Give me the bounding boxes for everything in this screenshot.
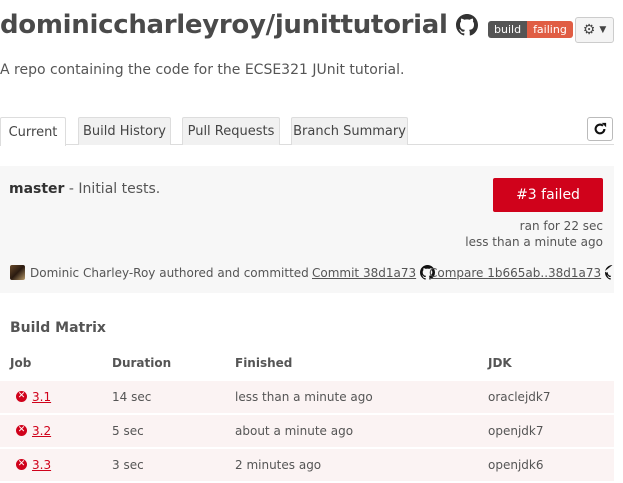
job-link[interactable]: 3.1 [32,390,51,404]
job-duration: 14 sec [112,390,152,404]
commit-link[interactable]: Commit 38d1a73 [312,265,436,280]
tab-pull-requests[interactable]: Pull Requests [182,117,280,145]
build-duration: ran for 22 sec [519,219,603,233]
settings-dropdown[interactable]: ⚙ ▼ [575,17,614,43]
column-header-jdk: JDK [488,356,512,370]
refresh-button[interactable] [587,117,613,141]
repo-description: A repo containing the code for the ECSE3… [0,62,405,78]
job-duration: 3 sec [112,458,144,472]
job-link[interactable]: 3.3 [32,458,51,472]
commit-message: - Initial tests. [64,181,161,197]
failed-icon: ✕ [16,459,27,470]
gear-icon: ⚙ [582,22,596,38]
compare-link[interactable]: Compare 1b665ab..38d1a73 [429,265,620,280]
badge-label: build [488,21,528,38]
avatar [10,265,25,280]
job-jdk: openjdk7 [488,424,544,438]
build-matrix-title: Build Matrix [10,320,106,336]
job-jdk: oraclejdk7 [488,390,551,404]
job-finished: about a minute ago [235,424,354,438]
branch-name[interactable]: master [9,181,64,197]
github-icon [605,265,613,280]
job-link[interactable]: 3.2 [32,424,51,438]
job-finished: 2 minutes ago [235,458,322,472]
badge-status: failing [527,21,573,38]
table-row[interactable]: ✕ 3.2 5 sec about a minute ago openjdk7 [0,415,614,447]
tab-current[interactable]: Current [0,117,66,146]
tab-build-history[interactable]: Build History [78,117,171,145]
author-info: Dominic Charley-Roy authored and committ… [10,265,309,280]
chevron-down-icon: ▼ [599,25,607,35]
repo-name[interactable]: dominiccharleyroy/junittutorial [0,10,448,40]
tab-branch-summary[interactable]: Branch Summary [291,117,408,145]
job-duration: 5 sec [112,424,144,438]
build-status-badge[interactable]: build failing [488,21,573,38]
column-header-job: Job [10,356,32,370]
job-jdk: openjdk6 [488,458,544,472]
repo-title[interactable]: dominiccharleyroy/junittutorial [0,10,478,40]
job-finished: less than a minute ago [235,390,373,404]
compare-link-label[interactable]: Compare 1b665ab..38d1a73 [429,266,601,280]
author-text: Dominic Charley-Roy authored and committ… [30,265,309,280]
table-row[interactable]: ✕ 3.1 14 sec less than a minute ago orac… [0,381,614,413]
github-icon[interactable] [455,14,478,36]
commit-link-label[interactable]: Commit 38d1a73 [312,266,416,280]
column-header-duration: Duration [112,356,172,370]
branch-commit-message: master - Initial tests. [9,181,160,197]
refresh-icon [594,122,607,135]
column-header-finished: Finished [235,356,293,370]
table-row[interactable]: ✕ 3.3 3 sec 2 minutes ago openjdk6 [0,449,614,481]
failed-icon: ✕ [16,391,27,402]
build-status-button[interactable]: #3 failed [493,178,603,212]
failed-icon: ✕ [16,425,27,436]
build-finished-time: less than a minute ago [465,235,603,249]
